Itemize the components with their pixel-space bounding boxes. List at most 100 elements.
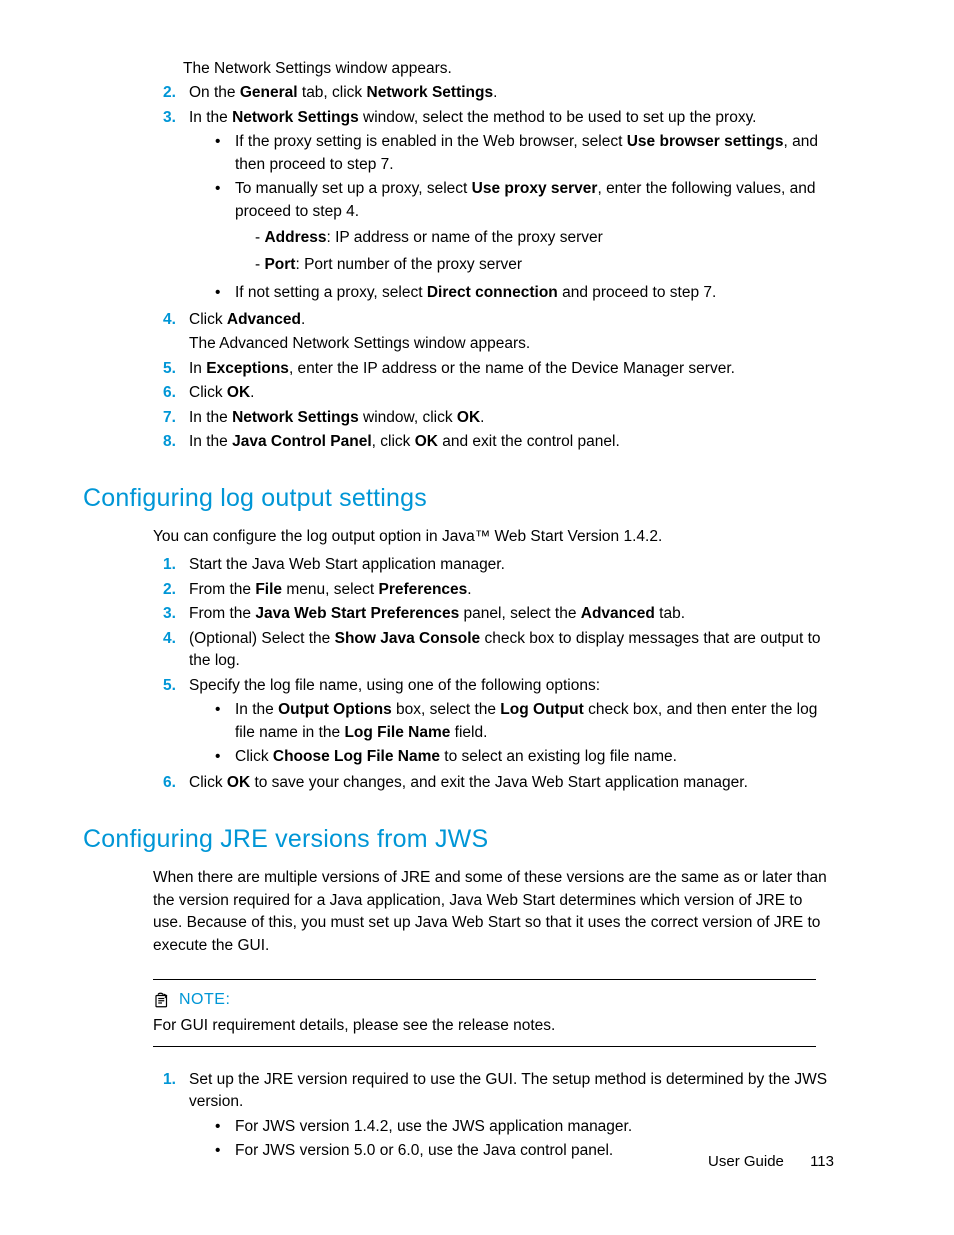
step-body: In the Network Settings window, click OK… (189, 407, 834, 429)
step-2: 2. From the File menu, select Preference… (163, 579, 834, 601)
sub-item: - Address: IP address or name of the pro… (255, 227, 834, 249)
list-item: • To manually set up a proxy, select Use… (215, 178, 834, 280)
bullet-icon: • (215, 282, 235, 304)
step-body: On the General tab, click Network Settin… (189, 82, 834, 104)
note-header: NOTE: (153, 988, 816, 1011)
t: To manually set up a proxy, select (235, 180, 472, 197)
t: , click (372, 433, 415, 450)
bullet-icon: • (215, 1140, 235, 1162)
t-bold: Network Settings (367, 84, 494, 101)
step-8: 8. In the Java Control Panel, click OK a… (163, 431, 834, 453)
step-number: 4. (163, 628, 189, 673)
t-bold: File (255, 581, 282, 598)
step-4: 4. (Optional) Select the Show Java Conso… (163, 628, 834, 673)
t: (Optional) Select the (189, 630, 335, 647)
bullet-body: For JWS version 1.4.2, use the JWS appli… (235, 1116, 834, 1138)
section2-steps: 1. Start the Java Web Start application … (163, 554, 834, 795)
t-bold: Advanced (227, 311, 301, 328)
bullet-icon: • (215, 699, 235, 744)
t: In the (189, 409, 232, 426)
step-number: 6. (163, 382, 189, 404)
page-footer: User Guide 113 (708, 1151, 834, 1173)
step-body: Specify the log file name, using one of … (189, 675, 834, 771)
bullet-body: Click Choose Log File Name to select an … (235, 746, 834, 768)
step-body: (Optional) Select the Show Java Console … (189, 628, 834, 673)
step-5: 5. In Exceptions, enter the IP address o… (163, 358, 834, 380)
bullet-icon: • (215, 178, 235, 280)
t-bold: Advanced (581, 605, 655, 622)
step-3: 3. From the Java Web Start Preferences p… (163, 603, 834, 625)
step-body: In the Java Control Panel, click OK and … (189, 431, 834, 453)
t-bold: Use browser settings (627, 133, 784, 150)
note-icon (153, 991, 171, 1009)
step-4: 4. Click Advanced. The Advanced Network … (163, 309, 834, 356)
step-6: 6. Click OK. (163, 382, 834, 404)
t: . (467, 581, 471, 598)
step-number: 5. (163, 358, 189, 380)
t: and exit the control panel. (438, 433, 620, 450)
t: In the (189, 109, 232, 126)
t-bold: Direct connection (427, 284, 558, 301)
t: From the (189, 581, 255, 598)
step-1: 1. Start the Java Web Start application … (163, 554, 834, 576)
step-6: 6. Click OK to save your changes, and ex… (163, 772, 834, 794)
t-bold: Network Settings (232, 109, 359, 126)
t: If the proxy setting is enabled in the W… (235, 133, 627, 150)
note-text: For GUI requirement details, please see … (153, 1015, 816, 1037)
t-bold: Show Java Console (335, 630, 481, 647)
step-body: From the Java Web Start Preferences pane… (189, 603, 834, 625)
step-body: From the File menu, select Preferences. (189, 579, 834, 601)
t-bold: Choose Log File Name (273, 748, 440, 765)
t: , enter the IP address or the name of th… (289, 360, 735, 377)
t-bold: Preferences (379, 581, 468, 598)
step-body: Start the Java Web Start application man… (189, 554, 834, 576)
t-bold: Output Options (278, 701, 392, 718)
t: window, click (359, 409, 457, 426)
bullet-list: • In the Output Options box, select the … (215, 699, 834, 768)
section3-steps: 1. Set up the JRE version required to us… (163, 1069, 834, 1165)
t: On the (189, 84, 240, 101)
section3-intro: When there are multiple versions of JRE … (153, 867, 834, 957)
t: In (189, 360, 206, 377)
t: tab. (655, 605, 685, 622)
t: window, select the method to be used to … (359, 109, 757, 126)
step-2: 2. On the General tab, click Network Set… (163, 82, 834, 104)
t: Click (189, 774, 227, 791)
bullet-body: To manually set up a proxy, select Use p… (235, 178, 834, 280)
t: Click (235, 748, 273, 765)
t: In the (189, 433, 232, 450)
t: . (301, 311, 305, 328)
t: to save your changes, and exit the Java … (250, 774, 748, 791)
t: menu, select (282, 581, 379, 598)
bullet-icon: • (215, 746, 235, 768)
step-number: 4. (163, 309, 189, 356)
t-bold: Port (264, 256, 295, 273)
bullet-icon: • (215, 131, 235, 176)
step-body: Set up the JRE version required to use t… (189, 1069, 834, 1165)
step-number: 2. (163, 579, 189, 601)
step-number: 3. (163, 603, 189, 625)
t-bold: Java Web Start Preferences (255, 605, 459, 622)
t-bold: OK (227, 774, 250, 791)
bullet-body: In the Output Options box, select the Lo… (235, 699, 834, 744)
t-bold: Address (264, 229, 326, 246)
t: : IP address or name of the proxy server (327, 229, 603, 246)
footer-label: User Guide (708, 1153, 784, 1170)
heading-jre-versions: Configuring JRE versions from JWS (83, 821, 834, 857)
heading-log-output: Configuring log output settings (83, 480, 834, 516)
t-bold: Log File Name (344, 724, 450, 741)
t-bold: General (240, 84, 298, 101)
t: . (250, 384, 254, 401)
step-body: In the Network Settings window, select t… (189, 107, 834, 307)
page: The Network Settings window appears. 2. … (0, 0, 954, 1235)
step-7: 7. In the Network Settings window, click… (163, 407, 834, 429)
bullet-list: • If the proxy setting is enabled in the… (215, 131, 834, 304)
t-bold: Use proxy server (472, 180, 598, 197)
list-item: • In the Output Options box, select the … (215, 699, 834, 744)
t-bold: OK (227, 384, 250, 401)
step-number: 7. (163, 407, 189, 429)
page-number: 113 (810, 1153, 834, 1170)
step-body: Click Advanced. The Advanced Network Set… (189, 309, 834, 356)
note-block: NOTE: For GUI requirement details, pleas… (153, 979, 816, 1047)
bullet-body: If not setting a proxy, select Direct co… (235, 282, 834, 304)
